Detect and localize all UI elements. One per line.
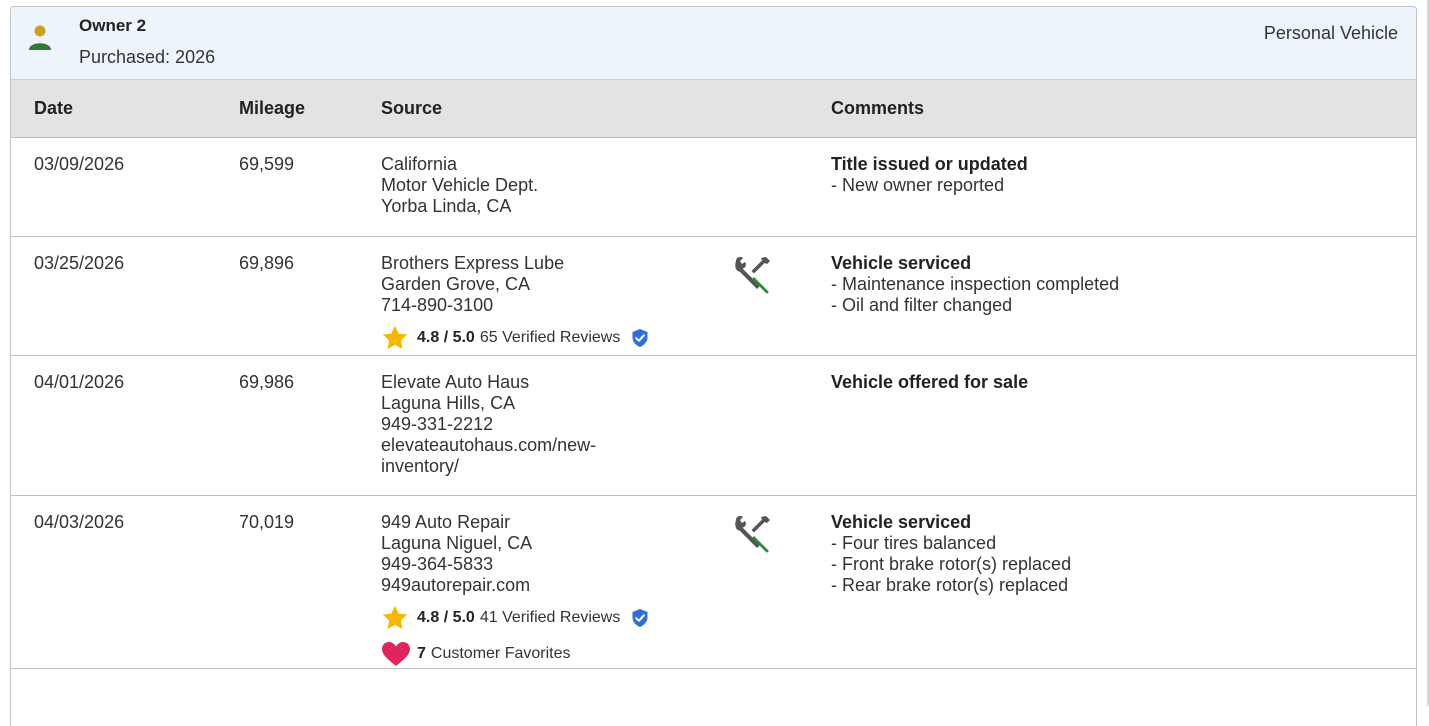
table-row: 03/09/2026 69,599 California Motor Vehic…	[11, 137, 1416, 237]
customer-favorites[interactable]: 7 Customer Favorites	[381, 640, 730, 668]
table-header-row: Date Mileage Source Comments	[11, 80, 1416, 138]
comment-title: Title issued or updated	[831, 153, 1028, 174]
date-cell: 04/01/2026	[11, 355, 216, 496]
mileage-cell: 69,986	[216, 355, 358, 496]
comments-cell: Vehicle serviced - Four tires balanced -…	[808, 495, 1416, 669]
source-cell: California Motor Vehicle Dept. Yorba Lin…	[358, 137, 730, 237]
source-website[interactable]: elevateautohaus.com/new-	[381, 435, 730, 456]
mileage-cell: 69,599	[216, 137, 358, 237]
source-cell: Brothers Express Lube Garden Grove, CA 7…	[358, 236, 730, 356]
mileage-cell: 69,896	[216, 236, 358, 356]
source-name[interactable]: Elevate Auto Haus	[381, 372, 730, 393]
header-date: Date	[11, 80, 216, 138]
table-row: 04/01/2026 69,986 Elevate Auto Haus Lagu…	[11, 355, 1416, 496]
source-phone[interactable]: 949-364-5833	[381, 554, 730, 575]
comment-line: - New owner reported	[831, 174, 1005, 195]
comment-title: Vehicle serviced	[831, 252, 972, 273]
comments-cell: Vehicle serviced - Maintenance inspectio…	[808, 236, 1416, 356]
source-cell: 949 Auto Repair Laguna Niguel, CA 949-36…	[358, 495, 730, 669]
owner-header: Owner 2 Purchased: 2026 Personal Vehicle	[11, 7, 1416, 80]
history-table: Date Mileage Source Comments 03/09/2026 …	[11, 80, 1416, 669]
header-mileage: Mileage	[216, 80, 358, 138]
comments-cell: Vehicle offered for sale	[808, 355, 1416, 496]
source-name[interactable]: Brothers Express Lube	[381, 253, 730, 274]
date-cell: 03/09/2026	[11, 137, 216, 237]
owner-title: Owner 2	[79, 16, 147, 35]
source-location: Laguna Hills, CA	[381, 392, 516, 413]
icon-cell	[730, 137, 808, 237]
wrench-screwdriver-icon	[735, 256, 770, 294]
comment-line: - Oil and filter changed	[831, 294, 1013, 315]
source-location: Laguna Niguel, CA	[381, 532, 533, 553]
rating-reviews: 41 Verified Reviews	[479, 609, 621, 626]
source-location: Yorba Linda, CA	[381, 195, 512, 216]
source-cell: Elevate Auto Haus Laguna Hills, CA 949-3…	[358, 355, 730, 496]
favorites-label: Customer Favorites	[430, 645, 571, 662]
source-phone[interactable]: 949-331-2212	[381, 414, 730, 435]
verified-shield-icon	[632, 328, 648, 347]
header-comments: Comments	[808, 80, 1416, 138]
mileage-cell: 70,019	[216, 495, 358, 669]
icon-cell	[730, 355, 808, 496]
rating-score: 4.8 / 5.0	[417, 609, 475, 626]
vehicle-history-panel: Owner 2 Purchased: 2026 Personal Vehicle…	[10, 6, 1417, 726]
rating-score: 4.8 / 5.0	[417, 329, 475, 346]
vehicle-type: Personal Vehicle	[1263, 23, 1398, 43]
source-phone[interactable]: 714-890-3100	[381, 295, 730, 316]
comment-title: Vehicle offered for sale	[831, 371, 1029, 392]
source-website[interactable]: 949autorepair.com	[381, 575, 730, 596]
rating[interactable]: 4.8 / 5.0 65 Verified Reviews	[381, 324, 730, 352]
comment-line: - Maintenance inspection completed	[831, 273, 1120, 294]
wrench-screwdriver-icon	[735, 515, 770, 553]
table-row: 04/03/2026 70,019 949 Auto Repair Laguna…	[11, 495, 1416, 669]
source-website-cont[interactable]: inventory/	[381, 456, 730, 477]
person-icon	[29, 25, 51, 50]
source-name[interactable]: 949 Auto Repair	[381, 512, 730, 533]
source-location: Garden Grove, CA	[381, 273, 531, 294]
rating[interactable]: 4.8 / 5.0 41 Verified Reviews	[381, 604, 730, 632]
owner-purchased: Purchased: 2026	[79, 47, 216, 67]
header-source: Source	[358, 80, 730, 138]
icon-cell	[730, 495, 808, 669]
comments-cell: Title issued or updated - New owner repo…	[808, 137, 1416, 237]
comment-line: - Four tires balanced	[831, 532, 997, 553]
heart-icon	[382, 641, 410, 666]
source-line: Motor Vehicle Dept.	[381, 174, 539, 195]
header-icon-spacer	[730, 80, 808, 138]
source-name: California	[381, 153, 458, 174]
date-cell: 03/25/2026	[11, 236, 216, 356]
date-cell: 04/03/2026	[11, 495, 216, 669]
icon-cell	[730, 236, 808, 356]
favorites-count: 7	[417, 645, 426, 662]
table-row: 03/25/2026 69,896 Brothers Express Lube …	[11, 236, 1416, 356]
star-icon	[382, 325, 408, 349]
comment-line: - Rear brake rotor(s) replaced	[831, 574, 1069, 595]
comment-line: - Front brake rotor(s) replaced	[831, 553, 1072, 574]
verified-shield-icon	[632, 608, 648, 627]
star-icon	[382, 605, 408, 629]
comment-title: Vehicle serviced	[831, 511, 972, 532]
rating-reviews: 65 Verified Reviews	[479, 329, 621, 346]
